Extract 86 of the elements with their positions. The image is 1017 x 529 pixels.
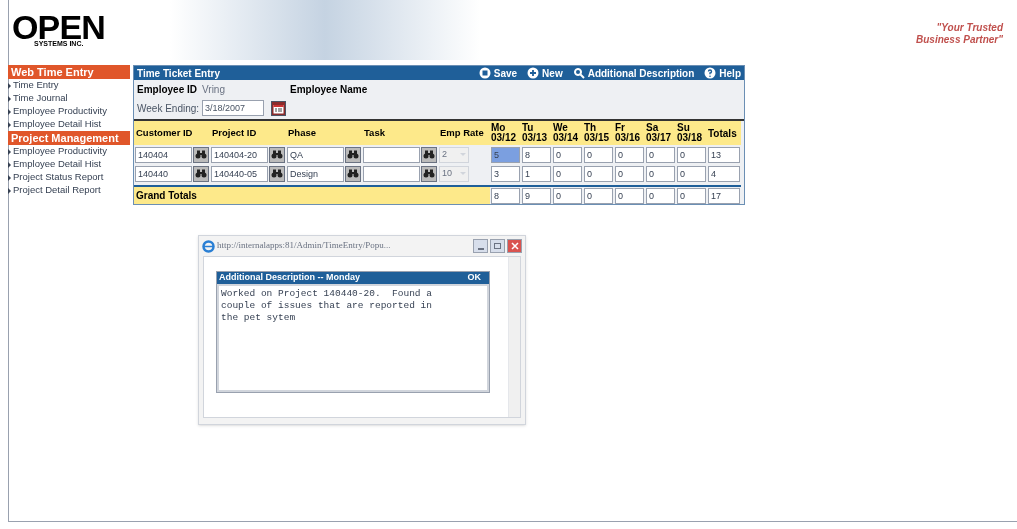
hours-field[interactable]: 0	[677, 165, 706, 182]
hours-field[interactable]: 0	[615, 146, 644, 163]
hours-total-field[interactable]: 9	[522, 187, 551, 204]
close-icon	[510, 242, 519, 250]
hours-field[interactable]: 0	[615, 165, 644, 182]
hours-field[interactable]: 8	[522, 146, 551, 163]
column-header: Customer ID	[134, 121, 210, 145]
hours-field[interactable]: 0	[584, 165, 613, 182]
column-header: Su 03/18	[676, 121, 707, 145]
hours-field[interactable]: 0	[584, 146, 613, 163]
total-field[interactable]: 4	[708, 165, 740, 182]
text-field[interactable]	[363, 165, 420, 182]
week-ending-field[interactable]: 3/18/2007	[202, 100, 265, 116]
employee-id-value: Vring	[202, 83, 226, 97]
calendar-icon[interactable]	[271, 100, 287, 116]
grand-totals-label: Grand Totals	[134, 185, 490, 204]
toolbar-button[interactable]: Save	[478, 65, 518, 81]
hours-field[interactable]: 0	[677, 146, 706, 163]
binoculars-icon[interactable]	[345, 165, 361, 182]
column-header: Emp Rate	[438, 121, 490, 145]
toolbar-button[interactable]: Additional Description	[572, 65, 695, 81]
text-field[interactable]: 140404	[135, 146, 192, 163]
browser-icon	[202, 239, 215, 253]
sidebar-link[interactable]: Employee Productivity	[8, 145, 130, 158]
description-field[interactable]: Worked on Project 140440-20. Found a couple of issues that are reported in the pet sytem	[217, 284, 489, 392]
binoculars-icon[interactable]	[193, 165, 209, 182]
binoculars-icon[interactable]	[269, 165, 285, 182]
sidebar-link[interactable]: Time Entry	[8, 79, 130, 92]
week-ending-label: Week Ending:	[137, 101, 200, 116]
minimize-button[interactable]	[473, 239, 488, 253]
column-header: Task	[362, 121, 438, 145]
grand-total-field[interactable]: 17	[708, 187, 740, 204]
description-title: Additional Description -- Monday	[219, 271, 360, 285]
column-header: Mo 03/12	[490, 121, 521, 145]
hours-field[interactable]: 3	[491, 165, 520, 182]
text-field[interactable]: 140440-05	[211, 165, 268, 182]
text-field[interactable]: 140440	[135, 165, 192, 182]
sidebar-link[interactable]: Project Status Report	[8, 171, 130, 184]
hours-field[interactable]: 0	[646, 146, 675, 163]
hours-total-field[interactable]: 0	[615, 187, 644, 204]
binoculars-icon[interactable]	[269, 146, 285, 163]
sidebar-link[interactable]: Employee Detail Hist	[8, 118, 130, 131]
sidebar-link[interactable]: Project Detail Report	[8, 184, 130, 197]
column-header: Totals	[707, 121, 741, 145]
column-header: We 03/14	[552, 121, 583, 145]
sidebar-section-title: Project Management	[8, 131, 130, 145]
column-header: Fr 03/16	[614, 121, 645, 145]
column-header: Tu 03/13	[521, 121, 552, 145]
column-header: Th 03/15	[583, 121, 614, 145]
sidebar-link[interactable]: Employee Productivity	[8, 105, 130, 118]
column-header: Sa 03/17	[645, 121, 676, 145]
hours-field[interactable]: 0	[553, 165, 582, 182]
scrollbar[interactable]	[508, 257, 520, 417]
text-field[interactable]	[363, 146, 420, 163]
toolbar-button[interactable]: Help	[704, 65, 741, 81]
employee-id-label: Employee ID	[137, 83, 199, 97]
panel-title: Time Ticket Entry	[137, 66, 220, 81]
hours-field[interactable]: 0	[646, 165, 675, 182]
employee-name-label: Employee Name	[290, 83, 368, 97]
binoculars-icon[interactable]	[421, 165, 437, 182]
tagline: "Your Trusted Business Partner"	[916, 21, 1005, 47]
binoculars-icon[interactable]	[345, 146, 361, 163]
toolbar-button[interactable]: New	[527, 65, 563, 81]
close-button[interactable]	[507, 239, 522, 253]
sidebar-link[interactable]: Employee Detail Hist	[8, 158, 130, 171]
hours-total-field[interactable]: 0	[677, 187, 706, 204]
popup-url: http://internalapps:81/Admin/TimeEntry/Popu...	[217, 239, 391, 253]
text-field[interactable]: 140404-20	[211, 146, 268, 163]
binoculars-icon[interactable]	[421, 146, 437, 163]
hours-total-field[interactable]: 8	[491, 187, 520, 204]
text-field[interactable]: QA	[287, 146, 344, 163]
hours-field[interactable]: 1	[522, 165, 551, 182]
total-field[interactable]: 13	[708, 146, 740, 163]
binoculars-icon[interactable]	[193, 146, 209, 163]
sidebar-link[interactable]: Time Journal	[8, 92, 130, 105]
sidebar-section-title: Web Time Entry	[8, 65, 130, 79]
column-header: Project ID	[210, 121, 286, 145]
hours-field[interactable]: 5	[491, 146, 520, 163]
hours-total-field[interactable]: 0	[553, 187, 582, 204]
hours-total-field[interactable]: 0	[584, 187, 613, 204]
hours-field[interactable]: 0	[553, 146, 582, 163]
text-field[interactable]: Design	[287, 165, 344, 182]
maximize-button[interactable]	[490, 239, 505, 253]
column-header: Phase	[286, 121, 362, 145]
ok-button[interactable]: OK	[467, 271, 487, 285]
hours-total-field[interactable]: 0	[646, 187, 675, 204]
